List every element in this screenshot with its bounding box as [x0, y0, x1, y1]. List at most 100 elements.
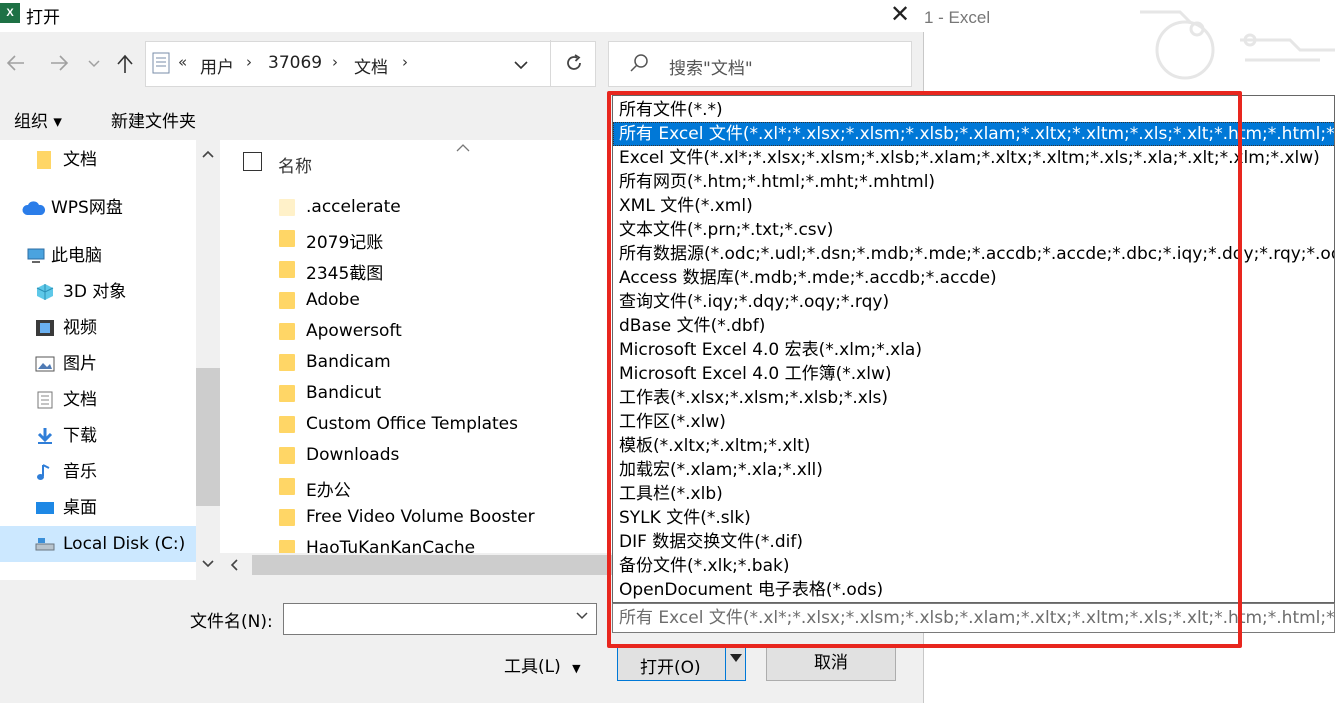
address-bar[interactable]: « 用户 › 37069 › 文档 › — [145, 41, 596, 87]
file-type-option[interactable]: 所有网页(*.htm;*.html;*.mht;*.mhtml) — [613, 170, 1334, 194]
list-item[interactable]: Custom Office Templates — [220, 409, 612, 440]
filename-label: 文件名(N): — [190, 612, 273, 632]
document-icon — [152, 52, 170, 74]
folder-icon — [279, 230, 295, 247]
sidebar-item-videos[interactable]: 视频 — [0, 310, 196, 346]
file-type-option-selected[interactable]: 所有 Excel 文件(*.xl*;*.xlsx;*.xlsm;*.xlsb;*… — [613, 122, 1334, 146]
file-type-option[interactable]: Excel 文件(*.xl*;*.xlsx;*.xlsm;*.xlsb;*.xl… — [613, 146, 1334, 170]
sidebar-item-documents[interactable]: 文档 — [0, 382, 196, 418]
file-type-option[interactable]: 模板(*.xltx;*.xltm;*.xlt) — [613, 434, 1334, 458]
file-type-option[interactable]: 所有文件(*.*) — [613, 98, 1334, 122]
folder-icon — [279, 447, 295, 464]
new-folder-button[interactable]: 新建文件夹 — [111, 107, 196, 132]
scroll-left-icon[interactable] — [230, 559, 238, 571]
sidebar-item-documents-pinned[interactable]: 文档 — [0, 142, 196, 178]
sidebar-item-this-pc[interactable]: 此电脑 — [0, 238, 196, 274]
list-item[interactable]: 2079记账 — [220, 223, 612, 254]
breadcrumb-users[interactable]: 用户 — [200, 53, 234, 78]
download-icon — [37, 428, 53, 444]
scroll-up-icon[interactable] — [202, 150, 214, 158]
file-type-select[interactable]: 所有 Excel 文件(*.xl*;*.xlsx;*.xlsm;*.xlsb;*… — [612, 603, 1335, 633]
refresh-button[interactable] — [550, 40, 596, 86]
sidebar-item-music[interactable]: 音乐 — [0, 454, 196, 490]
navigation-scrollbar[interactable] — [196, 140, 220, 580]
organize-menu[interactable]: 组织 ▾ — [14, 107, 62, 132]
tools-menu-button[interactable]: 工具(L) ▼ — [504, 652, 581, 677]
file-list: 名称 .accelerate 2079记账 2345截图 Adobe Apowe… — [220, 140, 612, 553]
file-type-option[interactable]: Microsoft Excel 4.0 工作簿(*.xlw) — [613, 362, 1334, 386]
folder-icon — [279, 323, 295, 340]
search-input[interactable]: 搜索"文档" — [608, 41, 912, 87]
list-item[interactable]: E办公 — [220, 471, 612, 502]
list-item[interactable]: .accelerate — [220, 192, 612, 223]
scroll-down-icon[interactable] — [202, 560, 214, 568]
file-type-option[interactable]: 工作表(*.xlsx;*.xlsm;*.xlsb;*.xls) — [613, 386, 1334, 410]
chevron-down-icon[interactable] — [514, 61, 528, 70]
list-item[interactable]: 2345截图 — [220, 254, 612, 285]
chevron-down-icon: ▼ — [572, 662, 581, 675]
tools-label: 工具(L) — [504, 657, 561, 677]
chevron-down-icon[interactable] — [576, 612, 588, 620]
open-button[interactable]: 打开(O) — [617, 645, 746, 681]
file-type-option[interactable]: 查询文件(*.iqy;*.dqy;*.oqy;*.rqy) — [613, 290, 1334, 314]
sidebar-item-3d-objects[interactable]: 3D 对象 — [0, 274, 196, 310]
scrollbar-thumb[interactable] — [252, 555, 612, 575]
sidebar-item-wps-cloud[interactable]: WPS网盘 — [0, 190, 196, 226]
file-type-dropdown-list: 所有文件(*.*) 所有 Excel 文件(*.xl*;*.xlsx;*.xls… — [612, 95, 1335, 603]
dialog-titlebar: X 打开 ✕ — [0, 0, 924, 32]
arrow-up-icon[interactable] — [116, 54, 134, 74]
cube-icon — [36, 284, 54, 300]
file-type-option[interactable]: 备份文件(*.xlk;*.bak) — [613, 554, 1334, 578]
file-type-option[interactable]: OpenDocument 电子表格(*.ods) — [613, 578, 1334, 602]
file-type-option[interactable]: 加载宏(*.xlam;*.xla;*.xll) — [613, 458, 1334, 482]
cloud-icon — [22, 201, 46, 215]
list-item[interactable]: Adobe — [220, 285, 612, 316]
breadcrumb-separator: › — [332, 53, 338, 71]
excel-window-title: 1 - Excel — [924, 8, 991, 27]
cancel-button[interactable]: 取消 — [766, 645, 896, 681]
folder-icon — [279, 261, 295, 278]
select-all-checkbox[interactable] — [243, 152, 262, 171]
list-item[interactable]: HaoTuKanKanCache — [220, 533, 612, 553]
scrollbar-thumb[interactable] — [196, 368, 220, 506]
sidebar-item-downloads[interactable]: 下载 — [0, 418, 196, 454]
column-header-name[interactable]: 名称 — [278, 152, 312, 177]
list-item[interactable]: Apowersoft — [220, 316, 612, 347]
file-type-option[interactable]: 所有数据源(*.odc;*.udl;*.dsn;*.mdb;*.mde;*.ac… — [613, 242, 1334, 266]
file-type-option[interactable]: DIF 数据交换文件(*.dif) — [613, 530, 1334, 554]
chevron-down-icon[interactable] — [88, 60, 100, 68]
horizontal-scrollbar[interactable] — [220, 553, 612, 577]
sort-caret-icon — [456, 144, 470, 152]
breadcrumb-documents[interactable]: 文档 — [354, 53, 388, 78]
list-item[interactable]: Downloads — [220, 440, 612, 471]
file-type-option[interactable]: Microsoft Excel 4.0 宏表(*.xlm;*.xla) — [613, 338, 1334, 362]
arrow-right-icon[interactable] — [49, 54, 69, 72]
close-button[interactable]: ✕ — [876, 0, 924, 30]
file-type-option[interactable]: 工作区(*.xlw) — [613, 410, 1334, 434]
file-type-option[interactable]: 文本文件(*.prn;*.txt;*.csv) — [613, 218, 1334, 242]
open-dropdown-icon[interactable] — [730, 654, 742, 662]
breadcrumb-overflow[interactable]: « — [178, 53, 187, 71]
sidebar-item-local-disk[interactable]: Local Disk (C:) — [0, 526, 196, 562]
breadcrumb-separator: › — [402, 53, 408, 71]
folder-icon — [279, 354, 295, 371]
desktop-icon — [36, 502, 54, 514]
file-type-option[interactable]: dBase 文件(*.dbf) — [613, 314, 1334, 338]
folder-icon — [279, 199, 295, 216]
file-type-option[interactable]: 工具栏(*.xlb) — [613, 482, 1334, 506]
file-type-option[interactable]: XML 文件(*.xml) — [613, 194, 1334, 218]
list-item[interactable]: Bandicam — [220, 347, 612, 378]
list-item[interactable]: Bandicut — [220, 378, 612, 409]
breadcrumb-user[interactable]: 37069 — [268, 53, 322, 73]
folder-icon — [279, 416, 295, 433]
split-divider — [725, 646, 726, 680]
filename-input[interactable] — [283, 603, 597, 635]
folder-icon — [279, 478, 295, 495]
sidebar-item-pictures[interactable]: 图片 — [0, 346, 196, 382]
list-item[interactable]: Free Video Volume Booster — [220, 502, 612, 533]
arrow-left-icon[interactable] — [6, 54, 26, 72]
file-type-option[interactable]: SYLK 文件(*.slk) — [613, 506, 1334, 530]
file-type-option[interactable]: Access 数据库(*.mdb;*.mde;*.accdb;*.accde) — [613, 266, 1334, 290]
drive-icon — [35, 538, 55, 551]
sidebar-item-desktop[interactable]: 桌面 — [0, 490, 196, 526]
